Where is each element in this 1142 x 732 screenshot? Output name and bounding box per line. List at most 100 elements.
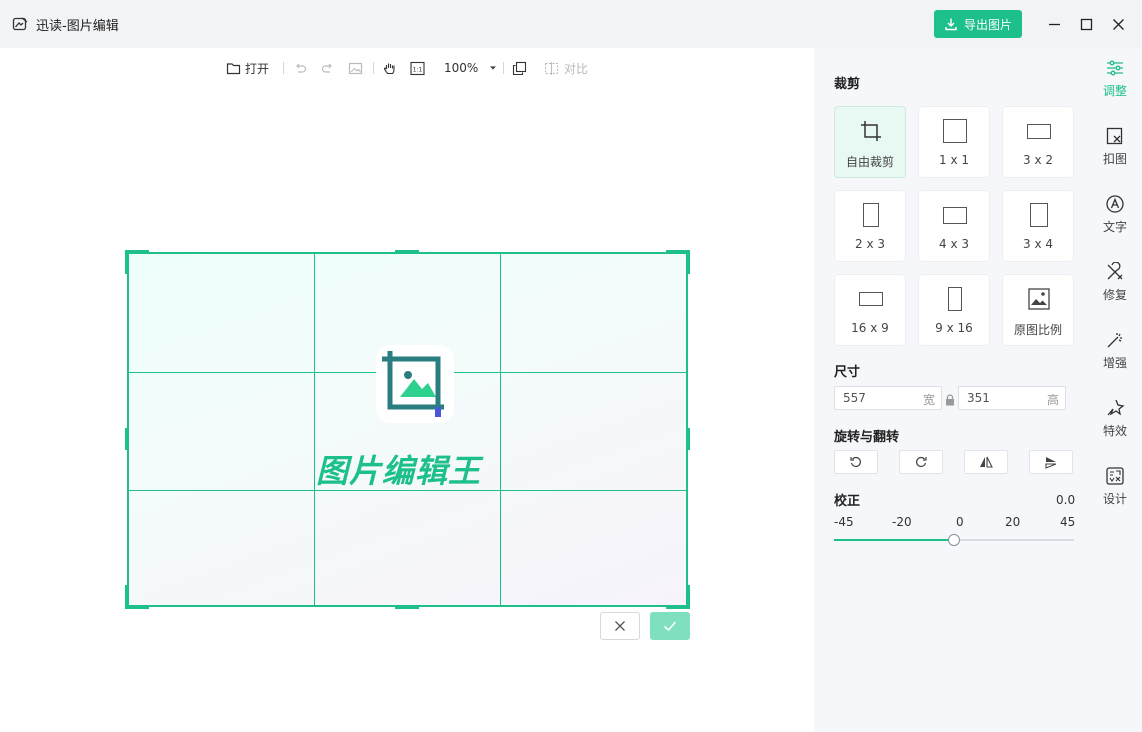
crop-1x1-button[interactable]: 1 x 1 xyxy=(918,106,990,178)
copy-icon xyxy=(512,61,527,75)
compare-button[interactable]: 对比 xyxy=(544,59,588,77)
crop-free-button[interactable]: 自由裁剪 xyxy=(834,106,906,178)
cutout-icon xyxy=(1106,127,1123,145)
nav-item-enhance[interactable]: 增强 xyxy=(1088,330,1142,380)
toolbar-divider xyxy=(503,62,504,74)
grid-line xyxy=(129,490,686,491)
app-window: 迅读-图片编辑 导出图片 打开 1:1 100% 对比 图片编辑王 裁剪 自由裁… xyxy=(0,0,1142,732)
crop-16x9-button[interactable]: 16 x 9 xyxy=(834,274,906,346)
image-button[interactable] xyxy=(348,59,363,77)
zoom-select[interactable]: 100% xyxy=(444,59,498,77)
nav-label: 增强 xyxy=(1102,356,1127,370)
nav-item-effects[interactable]: 特效 xyxy=(1088,398,1142,448)
crop-option-label: 2 x 3 xyxy=(855,237,885,251)
crop-logo-icon xyxy=(382,351,444,417)
crop-3x4-button[interactable]: 3 x 4 xyxy=(1002,190,1074,262)
rotate-right-icon xyxy=(916,456,927,467)
ratio-3x2-shape xyxy=(1027,124,1051,139)
slider-tick: 0 xyxy=(956,515,964,529)
crop-option-label: 自由裁剪 xyxy=(845,155,894,169)
crop-handle-left[interactable] xyxy=(125,428,129,450)
zoom-value: 100% xyxy=(444,61,479,75)
app-logo-image xyxy=(376,345,454,423)
pan-tool-button[interactable] xyxy=(382,59,397,77)
actual-size-button[interactable]: 1:1 xyxy=(410,59,425,77)
undo-button[interactable] xyxy=(293,59,308,77)
nav-item-adjust[interactable]: 调整 xyxy=(1088,58,1142,108)
slider-tick: -45 xyxy=(834,515,854,529)
ratio-16x9-shape xyxy=(859,292,883,306)
ratio-4x3-shape xyxy=(943,207,967,224)
width-input[interactable]: 557 宽 xyxy=(834,386,942,410)
height-input[interactable]: 351 高 xyxy=(958,386,1066,410)
close-window-button[interactable] xyxy=(1106,12,1130,36)
crop-9x16-button[interactable]: 9 x 16 xyxy=(918,274,990,346)
toolbar-divider xyxy=(283,62,284,74)
crop-handle-top-right[interactable] xyxy=(686,250,690,274)
crop-original-button[interactable]: 原图比例 xyxy=(1002,274,1074,346)
nav-item-repair[interactable]: 修复 xyxy=(1088,262,1142,312)
flip-vertical-button[interactable] xyxy=(1029,450,1073,474)
correct-slider-thumb[interactable] xyxy=(948,534,960,546)
correct-slider-track[interactable] xyxy=(834,534,1074,546)
logo-text: 图片编辑王 xyxy=(316,452,482,490)
nav-item-cutout[interactable]: 扣图 xyxy=(1088,126,1142,176)
crop-handle-bottom[interactable] xyxy=(395,605,419,609)
redo-button[interactable] xyxy=(320,59,335,77)
open-button[interactable]: 打开 xyxy=(226,59,269,77)
maximize-button[interactable] xyxy=(1074,12,1098,36)
design-icon xyxy=(1106,467,1124,485)
crop-confirm-button[interactable] xyxy=(650,612,690,640)
minimize-button[interactable] xyxy=(1042,12,1066,36)
crop-cancel-button[interactable] xyxy=(600,612,640,640)
download-icon xyxy=(945,18,957,31)
lock-icon xyxy=(946,394,954,406)
slider-tick: 45 xyxy=(1060,515,1076,529)
crop-2x3-button[interactable]: 2 x 3 xyxy=(834,190,906,262)
crop-frame[interactable] xyxy=(127,252,688,607)
image-icon xyxy=(1028,288,1050,310)
title-bar: 迅读-图片编辑 导出图片 xyxy=(0,0,1142,48)
ratio-3x4-shape xyxy=(1030,203,1048,227)
nav-label: 调整 xyxy=(1102,84,1127,98)
crop-handle-top[interactable] xyxy=(395,250,419,254)
copy-button[interactable] xyxy=(512,59,527,77)
crop-handle-bottom-right[interactable] xyxy=(686,585,690,609)
crop-section-title: 裁剪 xyxy=(834,77,861,92)
crop-option-label: 16 x 9 xyxy=(851,321,889,335)
rotate-right-button[interactable] xyxy=(899,450,943,474)
rotate-section-title: 旋转与翻转 xyxy=(834,430,900,445)
lock-ratio-button[interactable] xyxy=(945,391,955,406)
correct-slider-fill xyxy=(834,539,954,541)
text-icon xyxy=(1106,195,1124,213)
toolbar-divider xyxy=(373,62,374,74)
correct-value: 0.0 xyxy=(1056,493,1076,507)
magic-wand-icon xyxy=(1107,333,1122,348)
effects-icon xyxy=(1107,399,1125,416)
export-image-button[interactable]: 导出图片 xyxy=(934,10,1022,38)
export-image-label: 导出图片 xyxy=(963,17,1012,32)
correct-section-title: 校正 xyxy=(834,494,861,509)
actual-size-icon: 1:1 xyxy=(410,61,425,75)
rotate-left-button[interactable] xyxy=(834,450,878,474)
flip-horizontal-button[interactable] xyxy=(964,450,1008,474)
crop-handle-top-left[interactable] xyxy=(125,250,129,274)
check-icon xyxy=(664,621,677,632)
nav-item-design[interactable]: 设计 xyxy=(1088,466,1142,516)
hand-icon xyxy=(383,63,395,74)
crop-option-label: 9 x 16 xyxy=(935,321,973,335)
sliders-icon xyxy=(1107,60,1123,76)
open-label: 打开 xyxy=(245,61,270,76)
crop-icon xyxy=(861,121,881,141)
crop-handle-bottom-left[interactable] xyxy=(125,585,129,609)
height-unit: 高 xyxy=(1046,393,1059,407)
crop-3x2-button[interactable]: 3 x 2 xyxy=(1002,106,1074,178)
redo-icon xyxy=(321,63,332,73)
ratio-2x3-shape xyxy=(863,203,879,227)
crop-handle-right[interactable] xyxy=(686,428,690,450)
width-value: 557 xyxy=(843,391,866,405)
adjust-panel: 裁剪 自由裁剪 1 x 1 3 x 2 2 x 3 4 x 3 3 x 4 16… xyxy=(814,48,1088,732)
crop-4x3-button[interactable]: 4 x 3 xyxy=(918,190,990,262)
image-icon xyxy=(348,62,363,74)
nav-item-text[interactable]: 文字 xyxy=(1088,194,1142,244)
